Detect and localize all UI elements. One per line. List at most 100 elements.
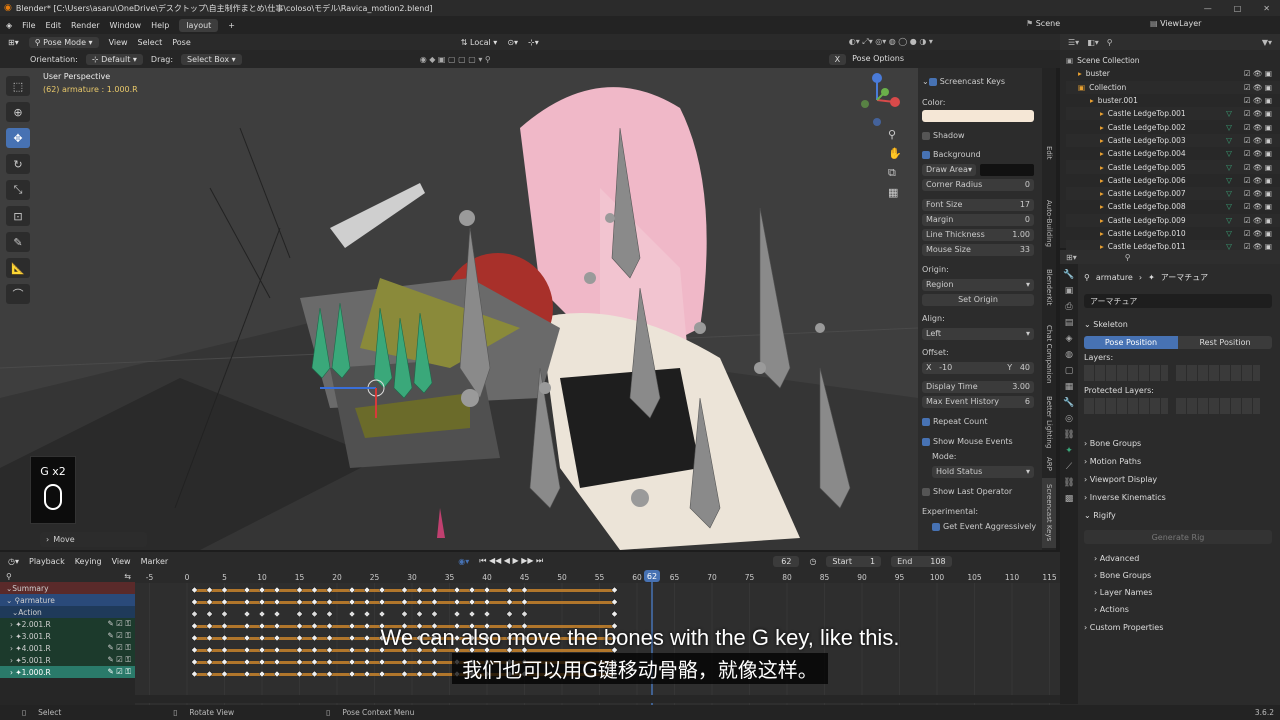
constraints-tab-icon[interactable]: ⛓ — [1063, 430, 1074, 440]
snap-icon[interactable]: ⊹▾ — [528, 38, 539, 47]
font-size-field[interactable]: Font Size 17 — [922, 198, 1034, 211]
menu-help[interactable]: Help — [151, 21, 169, 30]
visibility-toggle-icon[interactable]: ☑ 👁 ▣ — [1244, 123, 1272, 132]
object-tab-icon[interactable]: ▦ — [1065, 382, 1074, 392]
section-motion-paths[interactable]: › Motion Paths — [1084, 452, 1272, 470]
menu-playback[interactable]: Playback — [29, 557, 65, 566]
list-item[interactable]: ▸ Castle LedgeTop.003 ▽ ☑ 👁 ▣ — [1066, 133, 1280, 148]
show-mouse-checkbox[interactable] — [922, 437, 930, 446]
menu-edit[interactable]: Edit — [46, 21, 62, 30]
minimize-button[interactable]: — — [1204, 4, 1212, 13]
visibility-toggle-icon[interactable]: ☑ 👁 ▣ — [1244, 189, 1272, 198]
end-frame-field[interactable]: End 108 — [891, 555, 952, 567]
visibility-toggle-icon[interactable]: ☑ 👁 ▣ — [1244, 149, 1272, 158]
texture-tab-icon[interactable]: ▩ — [1065, 494, 1074, 504]
rigify-actions[interactable]: › Actions — [1094, 601, 1272, 618]
protected-layers-grid-2[interactable] — [1176, 398, 1260, 414]
list-item[interactable]: ▸ Castle LedgeTop.009 ▽ ☑ 👁 ▣ — [1066, 213, 1280, 227]
list-item[interactable]: ▸ Castle LedgeTop.001 ▽ ☑ 👁 ▣ — [1066, 107, 1280, 121]
playback-controls[interactable]: ⏮ ◀◀ ◀ ▶ ▶▶ ⏭ — [479, 556, 543, 566]
background-checkbox[interactable] — [922, 150, 930, 159]
section-viewport-display[interactable]: › Viewport Display — [1084, 470, 1272, 488]
shadow-checkbox[interactable] — [922, 131, 930, 140]
properties-editor-icon[interactable]: ⊞▾ — [1066, 253, 1077, 262]
list-item[interactable]: ▣ Collection ☑ 👁 ▣ — [1066, 80, 1280, 94]
screencast-enable-checkbox[interactable] — [928, 77, 937, 86]
annotate-tool-icon[interactable]: ✎ — [6, 232, 30, 252]
generate-rig-button[interactable]: Generate Rig — [1084, 530, 1272, 544]
visibility-toggle-icon[interactable]: ☑ 👁 ▣ — [1244, 229, 1272, 238]
channel-search-icon[interactable]: ⚲ — [6, 572, 12, 581]
menu-marker[interactable]: Marker — [141, 557, 169, 566]
menu-timeline-view[interactable]: View — [112, 557, 131, 566]
bone-constraints-tab-icon[interactable]: ⛓ — [1063, 478, 1074, 488]
orientation-dropdown[interactable]: ⊹ Default ▾ — [85, 53, 143, 65]
outliner-search-icon[interactable]: ⚲ — [1107, 38, 1113, 47]
menu-pose[interactable]: Pose — [172, 38, 191, 47]
list-item[interactable]: ▸ Castle LedgeTop.007 ▽ ☑ 👁 ▣ — [1066, 186, 1280, 201]
pivot-icon[interactable]: ⊙▾ — [507, 38, 518, 47]
rigify-bone-groups[interactable]: › Bone Groups — [1094, 567, 1272, 584]
line-thickness-field[interactable]: Line Thickness 1.00 — [922, 228, 1034, 241]
list-item[interactable]: ▸ buster ☑ 👁 ▣ — [1066, 67, 1280, 81]
tool-tab-icon[interactable]: 🔧 — [1063, 270, 1074, 280]
drag-dropdown[interactable]: Select Box ▾ — [181, 53, 242, 65]
render-tab-icon[interactable]: ▣ — [1065, 286, 1074, 296]
chevron-down-icon[interactable]: ⌄ — [922, 77, 929, 86]
rotate-tool-icon[interactable]: ↻ — [6, 154, 30, 174]
scale-tool-icon[interactable]: ⤡ — [6, 180, 30, 200]
mouse-mode-dropdown[interactable]: Hold Status ▾ — [932, 465, 1034, 478]
list-item[interactable]: ▸ Castle LedgeTop.005 ▽ ☑ 👁 ▣ — [1066, 160, 1280, 174]
armature-data-field[interactable]: アーマチュア — [1084, 294, 1272, 308]
bone-layers-grid[interactable] — [1084, 365, 1168, 381]
pose-options-button[interactable]: Pose Options — [852, 54, 904, 65]
display-mode-icon[interactable]: ◧▾ — [1087, 38, 1099, 47]
set-origin-button[interactable]: Set Origin — [922, 293, 1034, 306]
menu-file[interactable]: File — [22, 21, 35, 30]
list-item[interactable]: ▸ Castle LedgeTop.010 ▽ ☑ 👁 ▣ — [1066, 226, 1280, 241]
scene-tab-icon[interactable]: ◈ — [1066, 334, 1073, 344]
visibility-toggle-icon[interactable]: ☑ 👁 ▣ — [1244, 176, 1272, 185]
visibility-toggle-icon[interactable]: ☑ 👁 ▣ — [1244, 96, 1272, 105]
pose-position-button[interactable]: Pose Position — [1084, 336, 1178, 349]
outliner-editor-icon[interactable]: ☰▾ — [1068, 38, 1079, 47]
ortho-grid-icon[interactable]: ▦ — [888, 186, 902, 199]
menu-select[interactable]: Select — [138, 38, 163, 47]
mode-selector[interactable]: ⚲ Pose Mode ▾ — [28, 36, 99, 48]
section-bone-groups[interactable]: › Bone Groups — [1084, 434, 1272, 452]
draw-area-dropdown[interactable]: Draw Area ▾ — [922, 163, 976, 176]
rest-position-button[interactable]: Rest Position — [1178, 336, 1272, 349]
view-layer-tab-icon[interactable]: ▤ — [1065, 318, 1074, 328]
close-button[interactable]: ✕ — [1263, 4, 1270, 13]
menu-view[interactable]: View — [109, 38, 128, 47]
navigation-gizmo[interactable] — [855, 72, 900, 127]
world-tab-icon[interactable]: ◍ — [1065, 350, 1073, 360]
section-rigify[interactable]: ⌄ Rigify — [1084, 506, 1272, 524]
visibility-toggle-icon[interactable]: ☑ 👁 ▣ — [1244, 69, 1272, 78]
rigify-layer-names[interactable]: › Layer Names — [1094, 584, 1272, 601]
transform-orientation[interactable]: ⇅ Local ▾ — [461, 38, 498, 47]
camera-view-icon[interactable]: ⧉ — [888, 166, 902, 180]
channel-armature[interactable]: ⌄ ⚲ armature — [0, 594, 135, 606]
move-tool-icon[interactable]: ✥ — [6, 128, 30, 148]
protected-layers-grid[interactable] — [1084, 398, 1168, 414]
bone-layers-grid-2[interactable] — [1176, 365, 1260, 381]
cursor-tool-icon[interactable]: ⊕ — [6, 102, 30, 122]
record-button[interactable]: ◉▾ — [458, 557, 469, 566]
show-last-op-checkbox[interactable] — [922, 487, 930, 496]
filter-icon[interactable]: ▼▾ — [1262, 38, 1272, 47]
current-frame-field[interactable]: 62 — [773, 555, 800, 567]
offset-field[interactable]: X -10 Y 40 — [922, 361, 1034, 374]
tab-edit[interactable]: Edit — [1042, 118, 1056, 188]
repeat-count-checkbox[interactable] — [922, 417, 930, 426]
tab-screencast-keys[interactable]: Screencast Keys — [1042, 478, 1056, 548]
physics-tab-icon[interactable]: ◎ — [1065, 414, 1073, 424]
editor-type-icon[interactable]: ⊞▾ — [8, 38, 19, 47]
overlay-toggle-icons[interactable]: ◉ ◆ ▣ ▢ ▢ ▢ ▾ ⚲ — [420, 55, 491, 64]
3d-viewport[interactable]: User Perspective (62) armature : 1.000.R… — [0, 68, 918, 550]
timeline-editor-icon[interactable]: ◷▾ — [8, 557, 19, 566]
tab-auto-building[interactable]: Auto-Building — [1042, 193, 1056, 255]
start-frame-field[interactable]: Start 1 — [826, 555, 882, 567]
armature-data-tab-icon[interactable]: ✦ — [1065, 446, 1073, 456]
list-item[interactable]: ▣ Scene Collection — [1066, 54, 1280, 67]
